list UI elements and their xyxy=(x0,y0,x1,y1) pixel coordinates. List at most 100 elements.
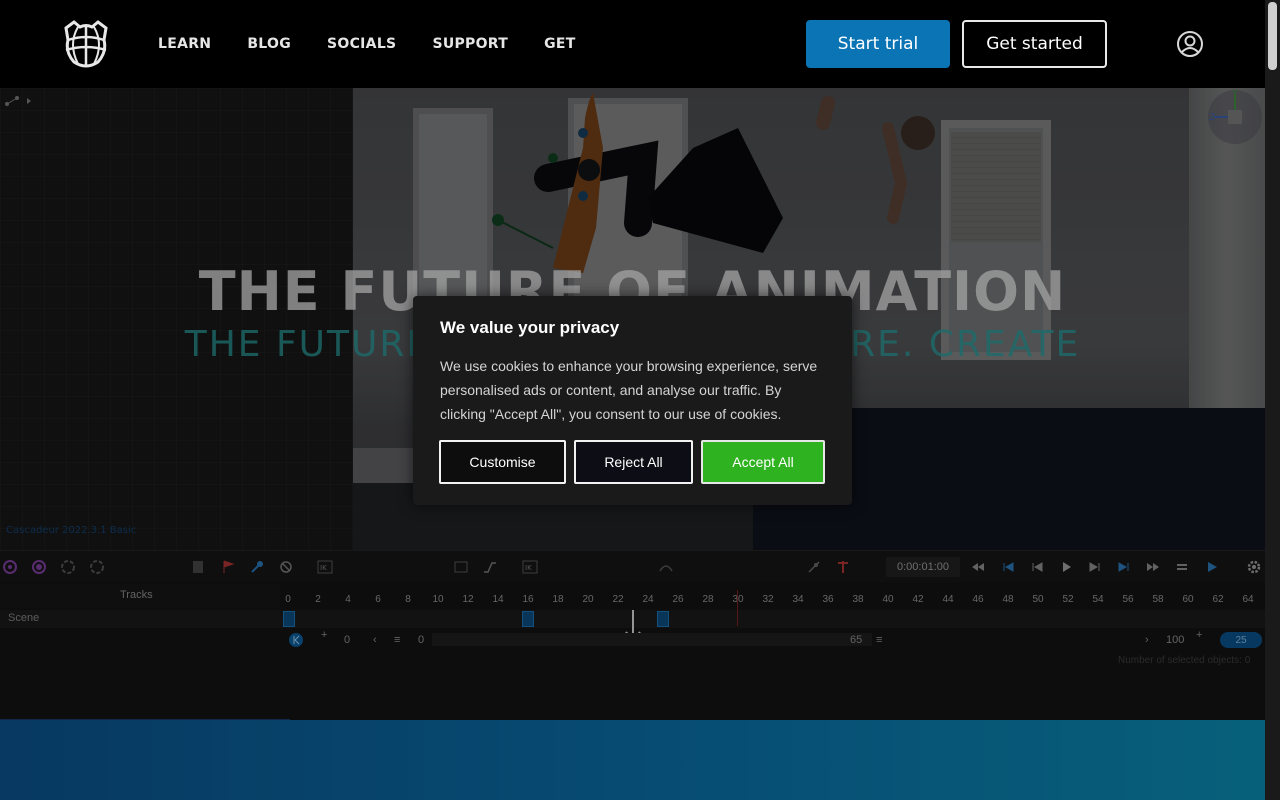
ruler-tick-label: 2 xyxy=(315,594,321,605)
ruler-tick-label: 12 xyxy=(462,594,474,605)
ruler-tick-label: 48 xyxy=(1002,594,1014,605)
ruler-tick-label: 32 xyxy=(762,594,774,605)
ruler-tick-label: 14 xyxy=(492,594,504,605)
ruler-tick-label: 18 xyxy=(552,594,564,605)
ruler-tick-label: 58 xyxy=(1152,594,1164,605)
svg-text:Z: Z xyxy=(1209,113,1215,123)
range-total-field[interactable]: 100 xyxy=(1166,634,1184,646)
ruler-tick-label: 34 xyxy=(792,594,804,605)
curve-icon[interactable] xyxy=(482,559,498,575)
keyframe[interactable] xyxy=(283,611,295,627)
accept-all-button[interactable]: Accept All xyxy=(701,440,825,484)
ruler-tick-label: 22 xyxy=(612,594,624,605)
ik-icon[interactable]: IK xyxy=(522,559,538,575)
cookie-consent-dialog: We value your privacy We use cookies to … xyxy=(413,296,852,505)
fps-badge[interactable]: 25 xyxy=(1220,632,1262,648)
nav-support[interactable]: SUPPORT xyxy=(432,36,508,52)
get-started-button[interactable]: Get started xyxy=(962,20,1107,68)
ruler-tick-label: 0 xyxy=(285,594,291,605)
reject-all-button[interactable]: Reject All xyxy=(574,440,693,484)
plus-icon[interactable]: + xyxy=(1196,629,1202,641)
settings-gear-icon[interactable] xyxy=(1246,559,1262,575)
target-icon[interactable] xyxy=(31,559,47,575)
nav-learn[interactable]: LEARN xyxy=(158,36,211,52)
cascadeur-logo-icon[interactable] xyxy=(60,18,112,70)
range-slider[interactable] xyxy=(432,633,872,646)
ruler-tick-label: 52 xyxy=(1062,594,1074,605)
first-key-icon[interactable] xyxy=(1000,559,1016,575)
loop-icon[interactable] xyxy=(1174,559,1190,575)
ruler-tick-label: 38 xyxy=(852,594,864,605)
timeline-panel: IK IK 0:00:01:00 Tracks Scene 0 2 4 6 8 10 12 1… xyxy=(0,550,1265,720)
ruler-tick-label: 62 xyxy=(1212,594,1224,605)
account-icon[interactable] xyxy=(1176,30,1204,58)
site-header: LEARN BLOG SOCIALS SUPPORT GET Start tri… xyxy=(0,0,1280,88)
scene-label: Scene xyxy=(8,612,40,624)
next-frame-icon[interactable] xyxy=(1087,559,1103,575)
ruler-tick-label: 16 xyxy=(522,594,534,605)
cycle-icon[interactable] xyxy=(89,559,105,575)
svg-text:Y: Y xyxy=(1231,89,1238,99)
keyframe[interactable] xyxy=(657,611,669,627)
nav-socials[interactable]: SOCIALS xyxy=(327,36,396,52)
prev-frame-icon[interactable] xyxy=(1029,559,1045,575)
frame-icon[interactable] xyxy=(453,559,469,575)
main-nav: LEARN BLOG SOCIALS SUPPORT GET xyxy=(158,0,576,88)
key-icon[interactable] xyxy=(249,559,265,575)
plus-icon[interactable]: + xyxy=(321,629,327,641)
scrollbar-thumb[interactable] xyxy=(1268,2,1277,70)
fps-value: 25 xyxy=(1235,634,1247,646)
split-icon[interactable] xyxy=(190,559,206,575)
nav-get[interactable]: GET xyxy=(544,36,576,52)
cookie-text: We use cookies to enhance your browsing … xyxy=(440,358,818,422)
fast-forward-icon[interactable] xyxy=(1145,559,1161,575)
viewport-tool-icon[interactable] xyxy=(3,94,33,108)
ruler-tick-label: 42 xyxy=(912,594,924,605)
ruler-tick-label: 56 xyxy=(1122,594,1134,605)
playhead[interactable] xyxy=(737,590,738,626)
ik-icon[interactable]: IK xyxy=(317,559,333,575)
ruler-tick-label: 6 xyxy=(375,594,381,605)
pin-off-icon[interactable] xyxy=(806,559,822,575)
ruler-tick-label: 64 xyxy=(1242,594,1254,605)
ruler-tick-label: 24 xyxy=(642,594,654,605)
ruler-tick-label: 46 xyxy=(972,594,984,605)
pin-icon[interactable] xyxy=(835,559,851,575)
interpolation-icon[interactable] xyxy=(658,559,674,575)
menu-icon[interactable]: ≡ xyxy=(394,634,400,646)
play-icon[interactable] xyxy=(1058,559,1074,575)
version-label: Cascadeur 2022.3.1 Basic xyxy=(6,525,137,536)
section-gradient-band xyxy=(0,720,1265,800)
customise-button[interactable]: Customise xyxy=(439,440,566,484)
ruler-tick-label: 60 xyxy=(1182,594,1194,605)
current-time-field[interactable]: 0:00:01:00 xyxy=(886,557,960,577)
range-end-value: 65 xyxy=(850,634,863,646)
ruler-tick-label: 26 xyxy=(672,594,684,605)
start-trial-button[interactable]: Start trial xyxy=(806,20,950,68)
block-icon[interactable] xyxy=(278,559,294,575)
ruler-tick-label: 30 xyxy=(732,594,744,605)
range-start-value: 0 xyxy=(418,634,425,646)
chevron-right-icon[interactable]: › xyxy=(1145,634,1149,646)
target-icon[interactable] xyxy=(2,559,18,575)
flag-icon[interactable] xyxy=(220,559,236,575)
last-key-icon[interactable] xyxy=(1116,559,1132,575)
selected-objects-count: Number of selected objects: 0 xyxy=(1118,655,1251,666)
range-start-field[interactable]: 0 xyxy=(344,634,350,646)
cookie-title: We value your privacy xyxy=(440,318,620,337)
cycle-icon[interactable] xyxy=(60,559,76,575)
orientation-gizmo-icon[interactable]: Y Z xyxy=(1206,88,1264,146)
timeline-toolbar: IK IK 0:00:01:00 xyxy=(0,550,1265,582)
playback-mode-icon[interactable] xyxy=(1205,559,1221,575)
menu-icon[interactable]: ≡ xyxy=(876,634,882,646)
keyframe[interactable] xyxy=(522,611,534,627)
ruler-tick-label: 4 xyxy=(345,594,351,605)
nav-blog[interactable]: BLOG xyxy=(247,36,291,52)
page-scrollbar[interactable] xyxy=(1265,0,1280,800)
rewind-icon[interactable] xyxy=(970,559,986,575)
ruler-tick-label: 20 xyxy=(582,594,594,605)
ruler-tick-label: 54 xyxy=(1092,594,1104,605)
svg-text:IK: IK xyxy=(525,564,532,572)
chevron-left-icon[interactable]: ‹ xyxy=(373,634,377,646)
range-start-icon[interactable] xyxy=(288,632,304,648)
